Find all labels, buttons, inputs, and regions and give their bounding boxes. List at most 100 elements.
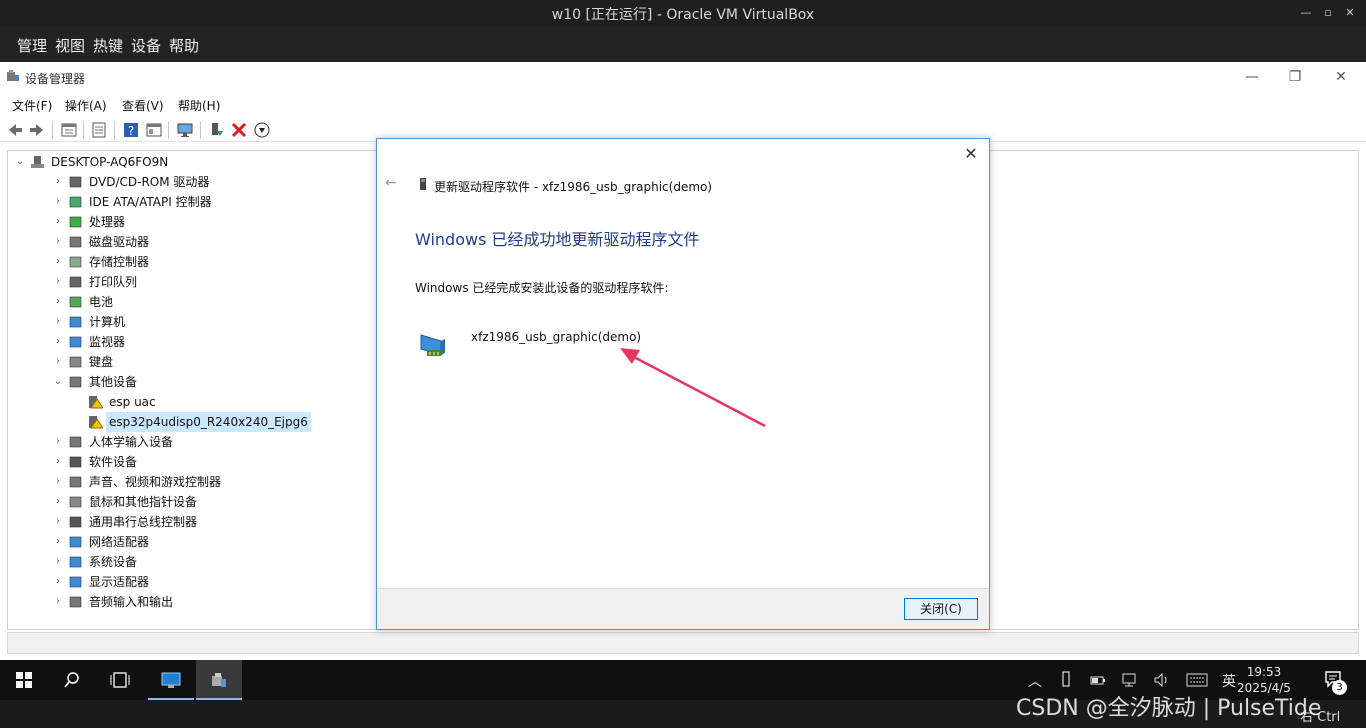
taskbar-app-devmgr[interactable]	[196, 660, 242, 700]
expand-icon[interactable]: ›	[52, 212, 64, 232]
view-panel-icon[interactable]	[145, 121, 163, 139]
tree-category-label: 音频输入和输出	[89, 595, 174, 609]
vbox-menu-help[interactable]: 帮助	[169, 35, 199, 56]
collapse-icon[interactable]: ⌄	[14, 152, 26, 172]
tree-category-label: 处理器	[89, 215, 126, 229]
tree-category-label: DVD/CD-ROM 驱动器	[89, 175, 210, 189]
svg-text:?: ?	[128, 124, 134, 138]
expand-icon[interactable]: ›	[52, 232, 64, 252]
vbox-window-title: w10 [正在运行] - Oracle VM VirtualBox	[551, 7, 815, 23]
tree-category-label: 系统设备	[89, 555, 138, 569]
download-icon[interactable]	[253, 121, 271, 139]
tree-category-label: 键盘	[89, 355, 114, 369]
volume-icon[interactable]	[1153, 672, 1171, 688]
tree-category-label: 通用串行总线控制器	[89, 515, 198, 529]
windows-start-icon[interactable]	[16, 672, 32, 688]
dialog-device-name: xfz1986_usb_graphic(demo)	[471, 330, 642, 344]
vbox-menu-manage[interactable]: 管理	[17, 35, 47, 56]
expand-icon[interactable]: ›	[52, 532, 64, 552]
chevron-up-icon[interactable]: ︿	[1028, 671, 1042, 691]
taskbar-app-display[interactable]	[148, 660, 194, 700]
notification-count-badge: 3	[1332, 680, 1347, 695]
expand-icon[interactable]: ›	[52, 252, 64, 272]
computer-icon	[69, 316, 82, 328]
expand-icon[interactable]: ›	[52, 492, 64, 512]
expand-icon[interactable]: ›	[52, 512, 64, 532]
back-arrow-icon[interactable]: ←	[385, 175, 401, 191]
clock-time: 19:53	[1246, 665, 1282, 679]
device-properties-icon[interactable]	[90, 121, 108, 139]
vbox-menu-view[interactable]: 视图	[55, 35, 85, 56]
vbox-menu-hotkey[interactable]: 热键	[93, 35, 123, 56]
expand-icon[interactable]: ›	[52, 452, 64, 472]
help-icon[interactable]: ?	[122, 121, 140, 139]
monitor-icon	[69, 336, 82, 348]
tree-root-label: DESKTOP-AQ6FO9N	[51, 155, 169, 169]
guest-desktop: 设备管理器 — ❐ ✕ 文件(F) 操作(A) 查看(V) 帮助(H) ? ⌄	[0, 62, 1366, 660]
ime-indicator[interactable]: 英	[1222, 671, 1236, 691]
tree-category-label: 鼠标和其他指针设备	[89, 495, 198, 509]
expand-icon[interactable]: ›	[52, 432, 64, 452]
devmgr-minimize-icon[interactable]: —	[1242, 68, 1262, 86]
update-driver-icon[interactable]	[207, 121, 225, 139]
tree-category-label: 声音、视频和游戏控制器	[89, 475, 222, 489]
software-device-icon	[69, 456, 82, 468]
close-icon[interactable]: ✕	[1340, 3, 1360, 23]
uninstall-device-icon[interactable]	[230, 121, 248, 139]
close-button[interactable]: 关闭(C)	[904, 598, 978, 620]
minimize-icon[interactable]: —	[1296, 3, 1316, 23]
dialog-description: Windows 已经完成安装此设备的驱动程序软件:	[415, 281, 669, 295]
collapse-icon[interactable]: ⌄	[52, 372, 64, 392]
search-icon[interactable]	[63, 671, 81, 689]
tree-device-label: esp32p4udisp0_R240x240_Ejpg6	[106, 412, 311, 432]
expand-icon[interactable]: ›	[52, 332, 64, 352]
tree-category-label: 存储控制器	[89, 255, 150, 269]
tree-category-label: 人体学输入设备	[89, 435, 174, 449]
devmgr-menu-action[interactable]: 操作(A)	[65, 97, 107, 114]
expand-icon[interactable]: ›	[52, 292, 64, 312]
expand-icon[interactable]: ›	[52, 472, 64, 492]
maximize-icon[interactable]: ▫	[1318, 3, 1338, 23]
expand-icon[interactable]: ›	[52, 192, 64, 212]
tree-root[interactable]: ⌄ DESKTOP-AQ6FO9N	[14, 152, 314, 172]
tree-category-label: 打印队列	[89, 275, 138, 289]
devmgr-close-icon[interactable]: ✕	[1331, 68, 1351, 86]
devmgr-menu-help[interactable]: 帮助(H)	[178, 97, 220, 114]
keyboard-icon	[69, 356, 82, 368]
tree-category-label: 电池	[89, 295, 114, 309]
expand-icon[interactable]: ›	[52, 172, 64, 192]
update-driver-dialog: ✕ ← 更新驱动程序软件 - xfz1986_usb_graphic(demo)…	[376, 138, 990, 630]
devmgr-maximize-icon[interactable]: ❐	[1285, 68, 1305, 86]
forward-arrow-icon[interactable]	[28, 121, 46, 139]
scan-hardware-icon[interactable]	[176, 121, 194, 139]
dialog-close-icon[interactable]: ✕	[961, 144, 981, 164]
expand-icon[interactable]: ›	[52, 572, 64, 592]
devmgr-menu-view[interactable]: 查看(V)	[122, 97, 164, 114]
toolbar-separator	[200, 121, 201, 139]
devmgr-menubar: 文件(F) 操作(A) 查看(V) 帮助(H)	[0, 94, 1366, 116]
battery-icon[interactable]	[1090, 673, 1106, 687]
network-adapter-icon	[69, 536, 82, 548]
system-device-icon	[69, 556, 82, 568]
usb-device-icon	[420, 178, 426, 190]
computer-icon	[31, 156, 44, 168]
toolbar-separator	[83, 121, 84, 139]
task-view-icon[interactable]	[110, 672, 130, 688]
devmgr-menu-file[interactable]: 文件(F)	[12, 97, 52, 114]
properties-panel-icon[interactable]	[60, 121, 78, 139]
expand-icon[interactable]: ›	[52, 272, 64, 292]
dvd-drive-icon	[69, 176, 82, 188]
vbox-menu-devices[interactable]: 设备	[131, 35, 161, 56]
toolbar-separator	[114, 121, 115, 139]
usb-tray-icon[interactable]	[1060, 671, 1072, 689]
device-manager-icon	[212, 673, 226, 687]
keyboard-icon[interactable]	[1186, 673, 1208, 687]
network-icon[interactable]	[1122, 672, 1138, 688]
expand-icon[interactable]: ›	[52, 592, 64, 612]
expand-icon[interactable]: ›	[52, 352, 64, 372]
back-arrow-icon[interactable]	[6, 121, 24, 139]
mouse-icon	[69, 496, 82, 508]
expand-icon[interactable]: ›	[52, 552, 64, 572]
printer-icon	[69, 276, 82, 288]
expand-icon[interactable]: ›	[52, 312, 64, 332]
